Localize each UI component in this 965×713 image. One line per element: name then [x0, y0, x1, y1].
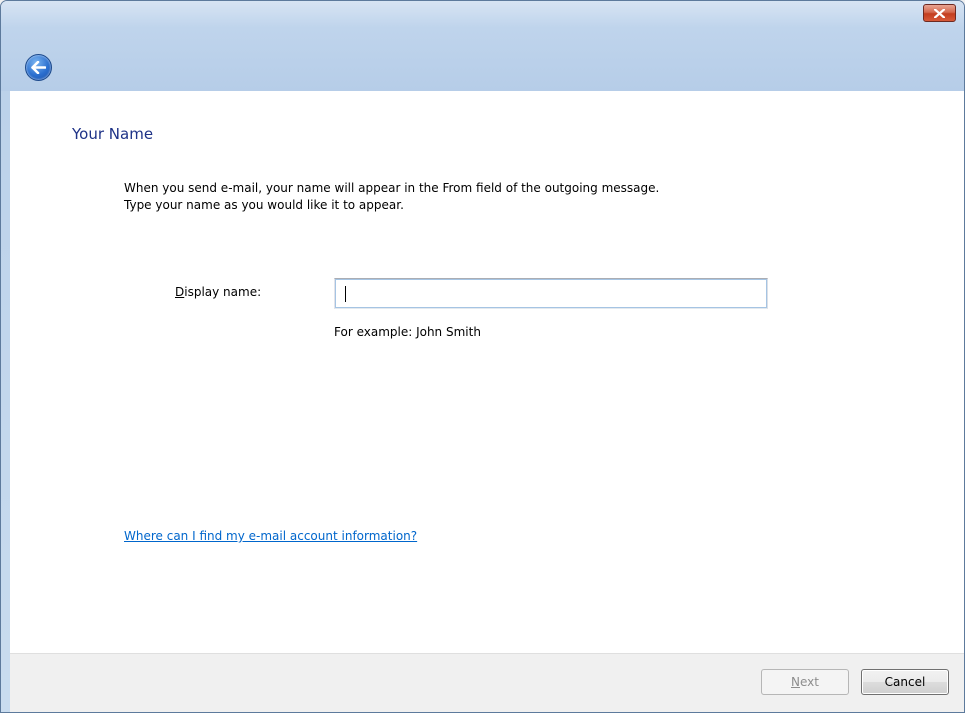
next-button[interactable]: Next [761, 669, 849, 695]
example-hint: For example: John Smith [334, 325, 481, 339]
instruction-line-1: When you send e-mail, your name will app… [124, 181, 660, 195]
text-caret [345, 286, 346, 302]
next-button-label-rest: ext [800, 675, 819, 689]
back-button[interactable] [25, 54, 52, 81]
cancel-button[interactable]: Cancel [861, 669, 949, 695]
left-frame-edge [1, 91, 10, 712]
wizard-window: Your Name When you send e-mail, your nam… [0, 0, 965, 713]
display-name-label-accelerator: D [175, 285, 185, 299]
instruction-line-2: Type your name as you would like it to a… [124, 198, 404, 212]
wizard-footer: Next Cancel [10, 653, 964, 712]
title-bar [1, 1, 964, 91]
close-icon [934, 8, 945, 18]
display-name-label: Display name: [175, 285, 261, 299]
instruction-text: When you send e-mail, your name will app… [124, 180, 659, 214]
page-title: Your Name [72, 125, 154, 143]
close-button[interactable] [923, 4, 956, 22]
wizard-content: Your Name When you send e-mail, your nam… [10, 91, 964, 653]
display-name-input[interactable] [334, 278, 768, 309]
display-name-label-rest: isplay name: [184, 285, 262, 299]
next-button-accelerator: N [791, 675, 800, 689]
back-arrow-icon [31, 61, 46, 74]
account-info-help-link[interactable]: Where can I find my e-mail account infor… [124, 529, 417, 543]
